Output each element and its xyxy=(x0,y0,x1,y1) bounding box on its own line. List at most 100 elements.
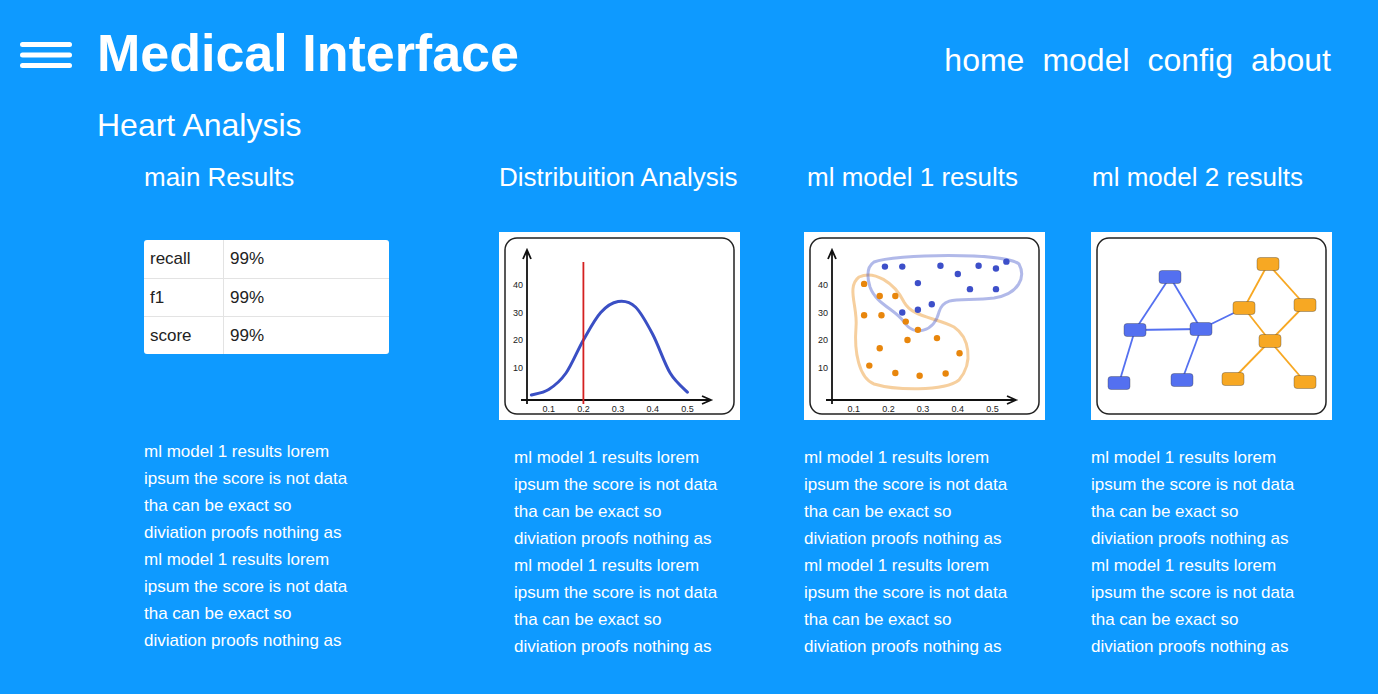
y-axis xyxy=(828,250,836,404)
x-tick: 0.5 xyxy=(681,404,694,414)
section-heading: main Results xyxy=(144,161,499,193)
description-line: ipsum the score is not data xyxy=(1091,471,1351,498)
description-line: ipsum the score is not data xyxy=(804,471,1091,498)
description-line: ml model 1 results lorem xyxy=(514,552,804,579)
graph-node xyxy=(1294,376,1316,389)
y-tick: 30 xyxy=(818,308,828,318)
y-tick: 30 xyxy=(513,308,523,318)
nav-link[interactable]: model xyxy=(1042,41,1129,79)
graph-node xyxy=(1159,271,1181,284)
description-line: tha can be exact so xyxy=(1091,498,1351,525)
data-point xyxy=(915,307,921,313)
section-heading: ml model 2 results xyxy=(1092,161,1351,193)
description-line: tha can be exact so xyxy=(804,498,1091,525)
x-tick: 0.4 xyxy=(952,404,965,414)
x-tick: 0.3 xyxy=(917,404,930,414)
results-table: recall99%f199%score99% xyxy=(144,240,389,354)
x-tick: 0.3 xyxy=(612,404,625,414)
graph-node xyxy=(1171,374,1193,387)
distribution-chart: 0.10.20.30.40.510203040 xyxy=(499,232,740,420)
data-point xyxy=(934,335,940,341)
description: ml model 1 results loremipsum the score … xyxy=(144,438,499,654)
data-point xyxy=(975,263,981,269)
description-line: ml model 1 results lorem xyxy=(144,438,499,465)
description-line: ipsum the score is not data xyxy=(514,471,804,498)
data-point xyxy=(967,286,973,292)
description-line: ipsum the score is not data xyxy=(1091,579,1351,606)
cluster-outline xyxy=(868,256,1022,331)
data-point xyxy=(892,293,898,299)
graph-node xyxy=(1222,373,1244,386)
graph-node xyxy=(1124,324,1146,337)
graph-diagram xyxy=(1091,232,1332,420)
data-point xyxy=(903,318,909,324)
description: ml model 1 results lorem ipsum the score … xyxy=(514,444,804,660)
scatter-chart: 0.10.20.30.40.510203040 xyxy=(804,232,1045,420)
description-line: diviation proofs nothing as xyxy=(514,633,804,660)
nav-link[interactable]: home xyxy=(944,41,1024,79)
data-point xyxy=(942,370,948,376)
description-line: ml model 1 results lorem xyxy=(144,546,499,573)
data-point xyxy=(882,263,888,269)
data-point xyxy=(916,373,922,379)
description-line: tha can be exact so xyxy=(1091,606,1351,633)
metric-name: score xyxy=(144,317,224,354)
description-line: ml model 1 results lorem xyxy=(1091,444,1351,471)
description-line: diviation proofs nothing as xyxy=(144,519,499,546)
y-tick: 20 xyxy=(513,335,523,345)
y-tick: 20 xyxy=(818,335,828,345)
table-row: recall99% xyxy=(144,240,389,278)
app-title: Medical Interface xyxy=(97,27,519,79)
metric-name: f1 xyxy=(144,279,224,316)
card-frame xyxy=(505,238,734,414)
metric-value: 99% xyxy=(224,285,264,311)
description-line: diviation proofs nothing as xyxy=(1091,633,1351,660)
y-axis xyxy=(523,250,531,404)
description-line: tha can be exact so xyxy=(144,492,499,519)
graph-edge xyxy=(1170,277,1201,329)
data-point xyxy=(877,293,883,299)
hamburger-icon xyxy=(20,42,72,68)
metric-value: 99% xyxy=(224,246,264,272)
graph-node xyxy=(1190,323,1212,336)
graph-diagram-svg xyxy=(1091,232,1332,420)
distribution-chart-svg: 0.10.20.30.40.510203040 xyxy=(499,232,740,420)
distribution-curve xyxy=(531,301,687,395)
x-tick: 0.2 xyxy=(882,404,895,414)
description-line: diviation proofs nothing as xyxy=(1091,525,1351,552)
header: Medical Interface home model config about xyxy=(0,0,1378,79)
x-axis xyxy=(521,396,711,404)
graph-node xyxy=(1294,299,1316,312)
data-point xyxy=(866,362,872,368)
table-row: f199% xyxy=(144,278,389,316)
description-line: tha can be exact so xyxy=(144,600,499,627)
sections: main Resultsrecall99%f199%score99%ml mod… xyxy=(0,161,1378,660)
menu-bar xyxy=(20,63,72,68)
scatter-chart-svg: 0.10.20.30.40.510203040 xyxy=(804,232,1045,420)
data-point xyxy=(892,370,898,376)
data-point xyxy=(904,337,910,343)
nav: home model config about xyxy=(944,41,1331,79)
description-line: ipsum the score is not data xyxy=(144,465,499,492)
metric-value: 99% xyxy=(224,323,264,349)
graph-node xyxy=(1259,335,1281,348)
card-frame xyxy=(1097,238,1326,414)
section-heading: ml model 1 results xyxy=(807,161,1091,193)
data-point xyxy=(915,327,921,333)
nav-link[interactable]: about xyxy=(1251,41,1331,79)
menu-icon[interactable] xyxy=(20,42,72,68)
nav-link[interactable]: config xyxy=(1148,41,1233,79)
x-axis xyxy=(826,396,1016,404)
data-point xyxy=(993,265,999,271)
description-line: tha can be exact so xyxy=(514,606,804,633)
data-point xyxy=(956,350,962,356)
graph-node xyxy=(1108,377,1130,390)
data-point xyxy=(877,345,883,351)
section: ml model 2 results ml model 1 results lor… xyxy=(1091,161,1351,660)
y-tick: 40 xyxy=(818,280,828,290)
cluster xyxy=(882,258,1010,315)
section: Distribuition Analysis0.10.20.30.40.5102… xyxy=(499,161,804,660)
menu-bar xyxy=(20,53,72,58)
card-frame xyxy=(810,238,1039,414)
data-point xyxy=(861,281,867,287)
